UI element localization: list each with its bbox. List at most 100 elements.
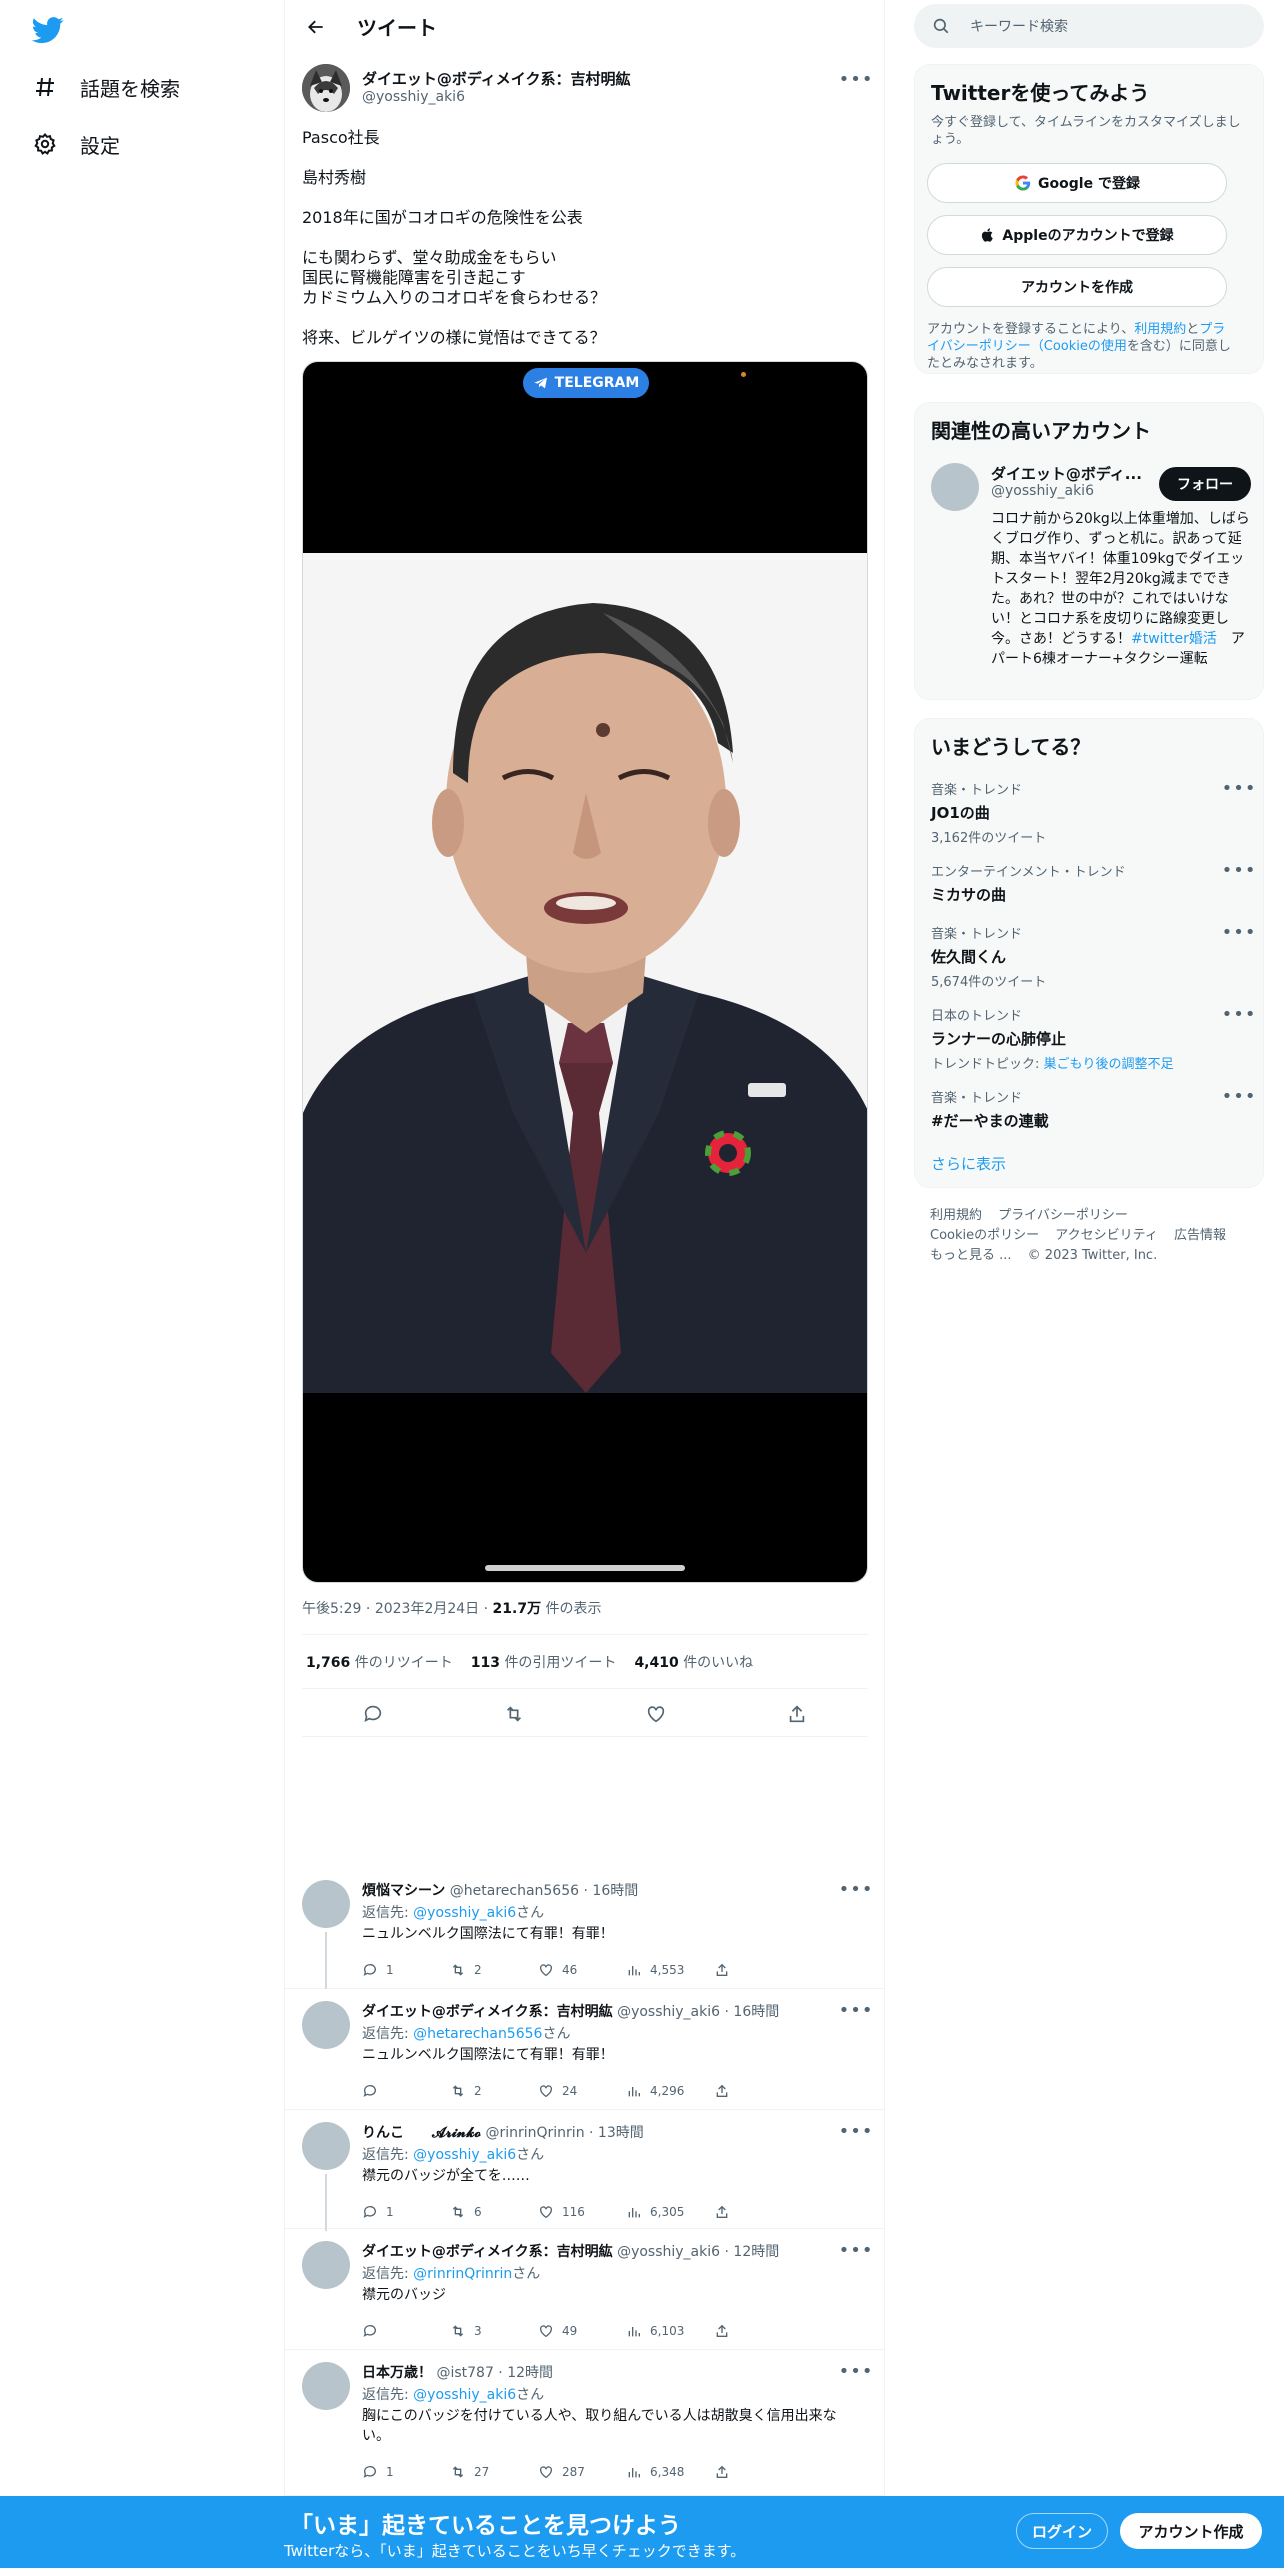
google-signup-label: Google で登録	[1038, 176, 1140, 192]
retweet-icon[interactable]	[502, 1702, 526, 1726]
more-options-icon[interactable]: •••	[839, 2121, 873, 2142]
share-button[interactable]	[714, 2464, 802, 2480]
share-icon[interactable]	[785, 1702, 809, 1726]
apple-signup-button[interactable]: Appleのアカウントで登録	[927, 215, 1227, 255]
related-name[interactable]: ダイエット@ボディ...	[991, 463, 1142, 484]
avatar[interactable]	[302, 2362, 350, 2410]
nav-settings[interactable]: 設定	[32, 124, 120, 164]
signup-button[interactable]: アカウント作成	[1120, 2513, 1262, 2549]
avatar[interactable]	[931, 463, 979, 511]
nav-explore[interactable]: 話題を検索	[32, 67, 180, 107]
footer-more-link[interactable]: もっと見る ...	[930, 1248, 1012, 1263]
reply-tweet[interactable]: 煩悩マシーン @hetarechan5656 · 16時間 返信先: @yoss…	[285, 1868, 885, 1989]
more-options-icon[interactable]: •••	[1222, 778, 1256, 799]
author-name[interactable]: ダイエット@ボディメイク系：吉村明紘	[362, 68, 631, 89]
search-box[interactable]: キーワード検索	[914, 4, 1264, 48]
footer-link[interactable]: Cookieのポリシー	[930, 1228, 1039, 1243]
reply-tweet[interactable]: ダイエット@ボディメイク系：吉村明紘 @yosshiy_aki6 · 12時間 …	[285, 2229, 885, 2350]
retweet-button[interactable]: 6	[450, 2204, 538, 2220]
like-icon[interactable]	[644, 1702, 668, 1726]
hashtag-link[interactable]: #twitter婚活	[1131, 631, 1217, 647]
trend-item[interactable]: 音楽・トレンド 佐久間くん 5,674件のツイート •••	[931, 922, 1256, 991]
twitter-logo-icon[interactable]	[31, 14, 64, 46]
share-button[interactable]	[714, 2323, 802, 2339]
retweet-button[interactable]: 27	[450, 2464, 538, 2480]
trend-item[interactable]: 音楽・トレンド JO1の曲 3,162件のツイート •••	[931, 778, 1256, 847]
search-icon	[932, 17, 950, 35]
divider	[302, 1736, 868, 1737]
views-label: 件の表示	[545, 1601, 602, 1617]
more-options-icon[interactable]: •••	[1222, 922, 1256, 943]
author-avatar[interactable]	[302, 64, 350, 112]
copyright: © 2023 Twitter, Inc.	[1027, 1248, 1158, 1263]
views-icon	[628, 2468, 640, 2478]
reply-button[interactable]: 1	[362, 1962, 450, 1978]
related-handle[interactable]: @yosshiy_aki6	[991, 483, 1094, 499]
author-handle[interactable]: @yosshiy_aki6	[362, 89, 465, 105]
tweet-text-line: Pasco社長	[302, 128, 380, 147]
back-arrow-icon[interactable]	[299, 10, 333, 44]
reply-icon	[363, 2085, 376, 2097]
tweet-text-line: 国民に腎機能障害を引き起こす	[302, 268, 526, 287]
tweet-time[interactable]: 午後5:29	[302, 1601, 361, 1617]
reply-author: りんこ 𝓐𝓻𝓲𝓷𝓴𝓸 @rinrinQrinrin · 13時間	[362, 2125, 644, 2141]
trend-item[interactable]: エンターテインメント・トレンド ミカサの曲 •••	[931, 860, 1256, 905]
like-button[interactable]: 287	[538, 2464, 626, 2480]
retweet-stat[interactable]: 1,766 件のリツイート	[306, 1652, 453, 1672]
more-options-icon[interactable]: •••	[839, 2361, 873, 2382]
like-stat[interactable]: 4,410 件のいいね	[634, 1652, 753, 1672]
reply-button[interactable]	[362, 2323, 450, 2339]
views-button[interactable]: 6,103	[626, 2323, 714, 2339]
footer-link[interactable]: 広告情報	[1174, 1228, 1226, 1243]
more-options-icon[interactable]: •••	[1222, 860, 1256, 881]
reply-tweet[interactable]: ダイエット@ボディメイク系：吉村明紘 @yosshiy_aki6 · 16時間 …	[285, 1989, 885, 2110]
reply-button[interactable]: 1	[362, 2204, 450, 2220]
footer-link[interactable]: 利用規約	[930, 1208, 982, 1223]
more-options-icon[interactable]: •••	[839, 1879, 873, 1900]
avatar[interactable]	[302, 2001, 350, 2049]
google-signup-button[interactable]: Google で登録	[927, 163, 1227, 203]
tweet-date[interactable]: 2023年2月24日	[375, 1601, 479, 1617]
like-button[interactable]: 116	[538, 2204, 626, 2220]
views-button[interactable]: 6,348	[626, 2464, 714, 2480]
reply-button[interactable]	[362, 2083, 450, 2099]
footer-link[interactable]: アクセシビリティ	[1055, 1228, 1158, 1243]
more-options-icon[interactable]: •••	[839, 2240, 873, 2261]
share-button[interactable]	[714, 2083, 802, 2099]
share-button[interactable]	[714, 1962, 802, 1978]
trend-item[interactable]: 音楽・トレンド #だーやまの連載 •••	[931, 1086, 1256, 1131]
reply-tweet[interactable]: 日本万歳！ @ist787 · 12時間 返信先: @yosshiy_aki6さ…	[285, 2350, 885, 2496]
like-button[interactable]: 46	[538, 1962, 626, 1978]
retweet-button[interactable]: 3	[450, 2323, 538, 2339]
avatar[interactable]	[302, 2122, 350, 2170]
avatar[interactable]	[302, 1880, 350, 1928]
tweet-media[interactable]: TELEGRAM	[302, 361, 868, 1583]
share-button[interactable]	[714, 2204, 802, 2220]
retweet-button[interactable]: 2	[450, 1962, 538, 1978]
more-options-icon[interactable]: •••	[1222, 1004, 1256, 1025]
reply-to: 返信先: @rinrinQrinrinさん	[362, 2266, 541, 2282]
footer-link[interactable]: プライバシーポリシー	[998, 1208, 1128, 1223]
more-options-icon[interactable]: •••	[839, 69, 873, 90]
tweet-text-line: 将来、ビルゲイツの様に覚悟はできてる？	[302, 328, 606, 347]
views-button[interactable]: 6,305	[626, 2204, 714, 2220]
like-button[interactable]: 49	[538, 2323, 626, 2339]
follow-button[interactable]: フォロー	[1159, 467, 1251, 501]
create-account-button[interactable]: アカウントを作成	[927, 267, 1227, 307]
trend-topic-link[interactable]: 巣ごもり後の調整不足	[1044, 1057, 1174, 1072]
quote-stat[interactable]: 113 件の引用ツイート	[471, 1652, 617, 1672]
reply-tweet[interactable]: りんこ 𝓐𝓻𝓲𝓷𝓴𝓸 @rinrinQrinrin · 13時間 返信先: @y…	[285, 2110, 885, 2231]
login-button[interactable]: ログイン	[1016, 2513, 1108, 2549]
terms-link[interactable]: 利用規約	[1134, 322, 1186, 337]
views-button[interactable]: 4,296	[626, 2083, 714, 2099]
more-options-icon[interactable]: •••	[1222, 1086, 1256, 1107]
like-button[interactable]: 24	[538, 2083, 626, 2099]
reply-icon[interactable]	[361, 1702, 385, 1726]
avatar[interactable]	[302, 2241, 350, 2289]
more-options-icon[interactable]: •••	[839, 2000, 873, 2021]
show-more-link[interactable]: さらに表示	[931, 1153, 1006, 1174]
reply-button[interactable]: 1	[362, 2464, 450, 2480]
retweet-button[interactable]: 2	[450, 2083, 538, 2099]
trend-item[interactable]: 日本のトレンド ランナーの心肺停止 トレンドトピック: 巣ごもり後の調整不足 •…	[931, 1004, 1256, 1073]
views-button[interactable]: 4,553	[626, 1962, 714, 1978]
